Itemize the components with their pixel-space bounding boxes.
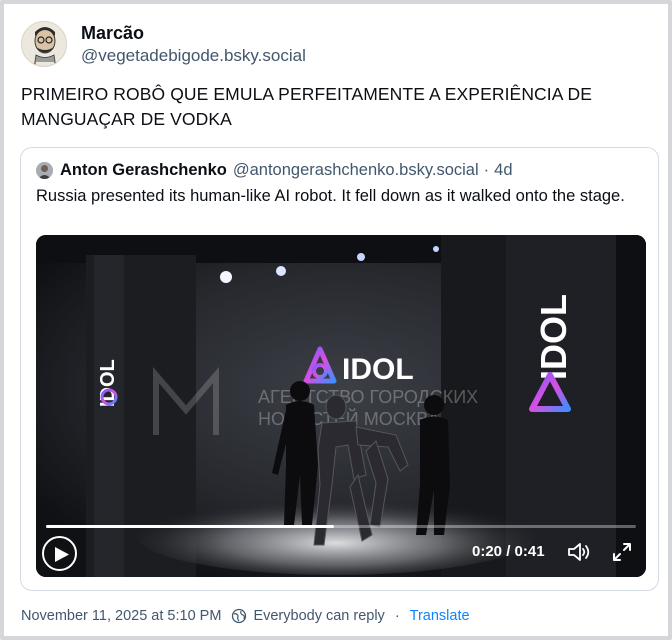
- fullscreen-button[interactable]: [611, 541, 633, 563]
- quoted-post[interactable]: Anton Gerashchenko @antongerashchenko.bs…: [20, 147, 659, 591]
- quoted-post-time[interactable]: 4d: [494, 161, 512, 180]
- translate-link[interactable]: Translate: [410, 608, 470, 624]
- quoted-post-header: Anton Gerashchenko @antongerashchenko.bs…: [36, 161, 513, 180]
- mute-button[interactable]: [567, 541, 591, 563]
- avatar-photo-icon: [36, 162, 53, 179]
- post-header: Marcão @vegetadebigode.bsky.social: [21, 21, 306, 67]
- video-player[interactable]: IDOL IDOL IDOL АГЕНТСТВО ГОРОДСКИХ НОВОС…: [36, 235, 646, 577]
- video-duration: 0:41: [514, 543, 545, 560]
- author-avatar[interactable]: [21, 21, 67, 67]
- play-button[interactable]: [42, 536, 77, 571]
- quoted-author-avatar[interactable]: [36, 162, 53, 179]
- author-name[interactable]: Marcão: [81, 22, 306, 44]
- author-handle[interactable]: @vegetadebigode.bsky.social: [81, 45, 306, 67]
- right-pillar-logo-text: IDOL: [533, 294, 574, 380]
- post-date[interactable]: November 11, 2025 at 5:10 PM: [21, 608, 221, 624]
- video-progress-bar[interactable]: [46, 525, 636, 528]
- quoted-post-text: Russia presented its human-like AI robot…: [36, 187, 625, 205]
- fullscreen-icon: [613, 543, 631, 561]
- post-footer: November 11, 2025 at 5:10 PM Everybody c…: [21, 608, 470, 624]
- quoted-separator-dot: ·: [483, 161, 490, 179]
- avatar-caricature-icon: [22, 22, 66, 66]
- video-progress-fill: [46, 525, 334, 528]
- post-card: Marcão @vegetadebigode.bsky.social PRIME…: [0, 0, 672, 640]
- video-time-readout: 0:20 / 0:41: [472, 543, 545, 560]
- footer-separator: ·: [394, 608, 400, 624]
- quoted-author-name[interactable]: Anton Gerashchenko: [60, 161, 227, 180]
- globe-icon: [232, 608, 247, 624]
- stage-logo-text: IDOL: [342, 353, 414, 386]
- play-icon: [55, 547, 69, 562]
- post-text: PRIMEIRO ROBÔ QUE EMULA PERFEITAMENTE A …: [21, 84, 593, 129]
- quoted-author-handle[interactable]: @antongerashchenko.bsky.social: [233, 161, 479, 180]
- video-current-time: 0:20: [472, 543, 503, 560]
- video-time-separator: /: [502, 543, 515, 560]
- volume-icon: [568, 543, 590, 561]
- reply-setting[interactable]: Everybody can reply: [253, 608, 384, 624]
